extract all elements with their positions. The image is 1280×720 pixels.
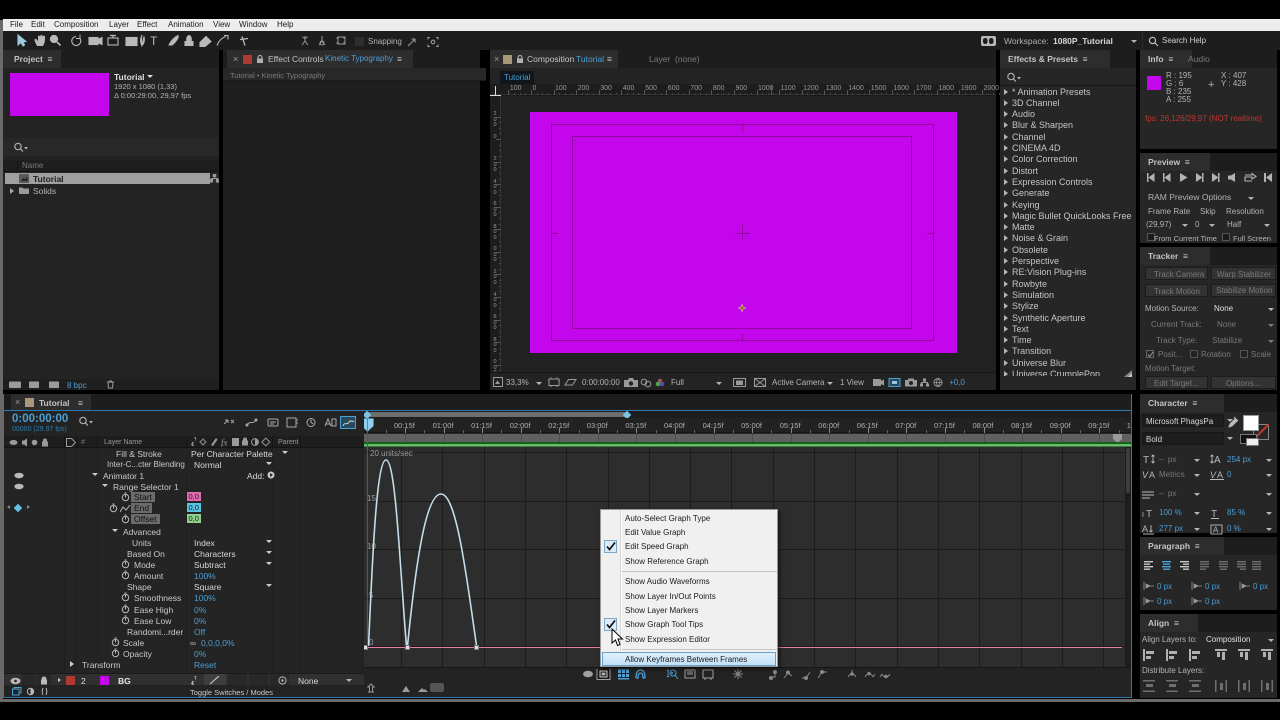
svg-text:A: A [1214,455,1221,465]
svg-text:T: T [150,34,158,48]
svg-text:A: A [1213,526,1219,535]
svg-text:A: A [1149,470,1155,480]
svg-text:fx: fx [221,438,228,448]
svg-text:A: A [1217,470,1223,480]
svg-text:V: V [1210,470,1217,480]
svg-text:T: T [1146,509,1152,519]
svg-text:A: A [1142,524,1148,534]
svg-text:T: T [1211,509,1217,519]
svg-text:I: I [1142,512,1144,519]
svg-text:T: T [1143,455,1149,465]
svg-text:V: V [1142,470,1149,480]
